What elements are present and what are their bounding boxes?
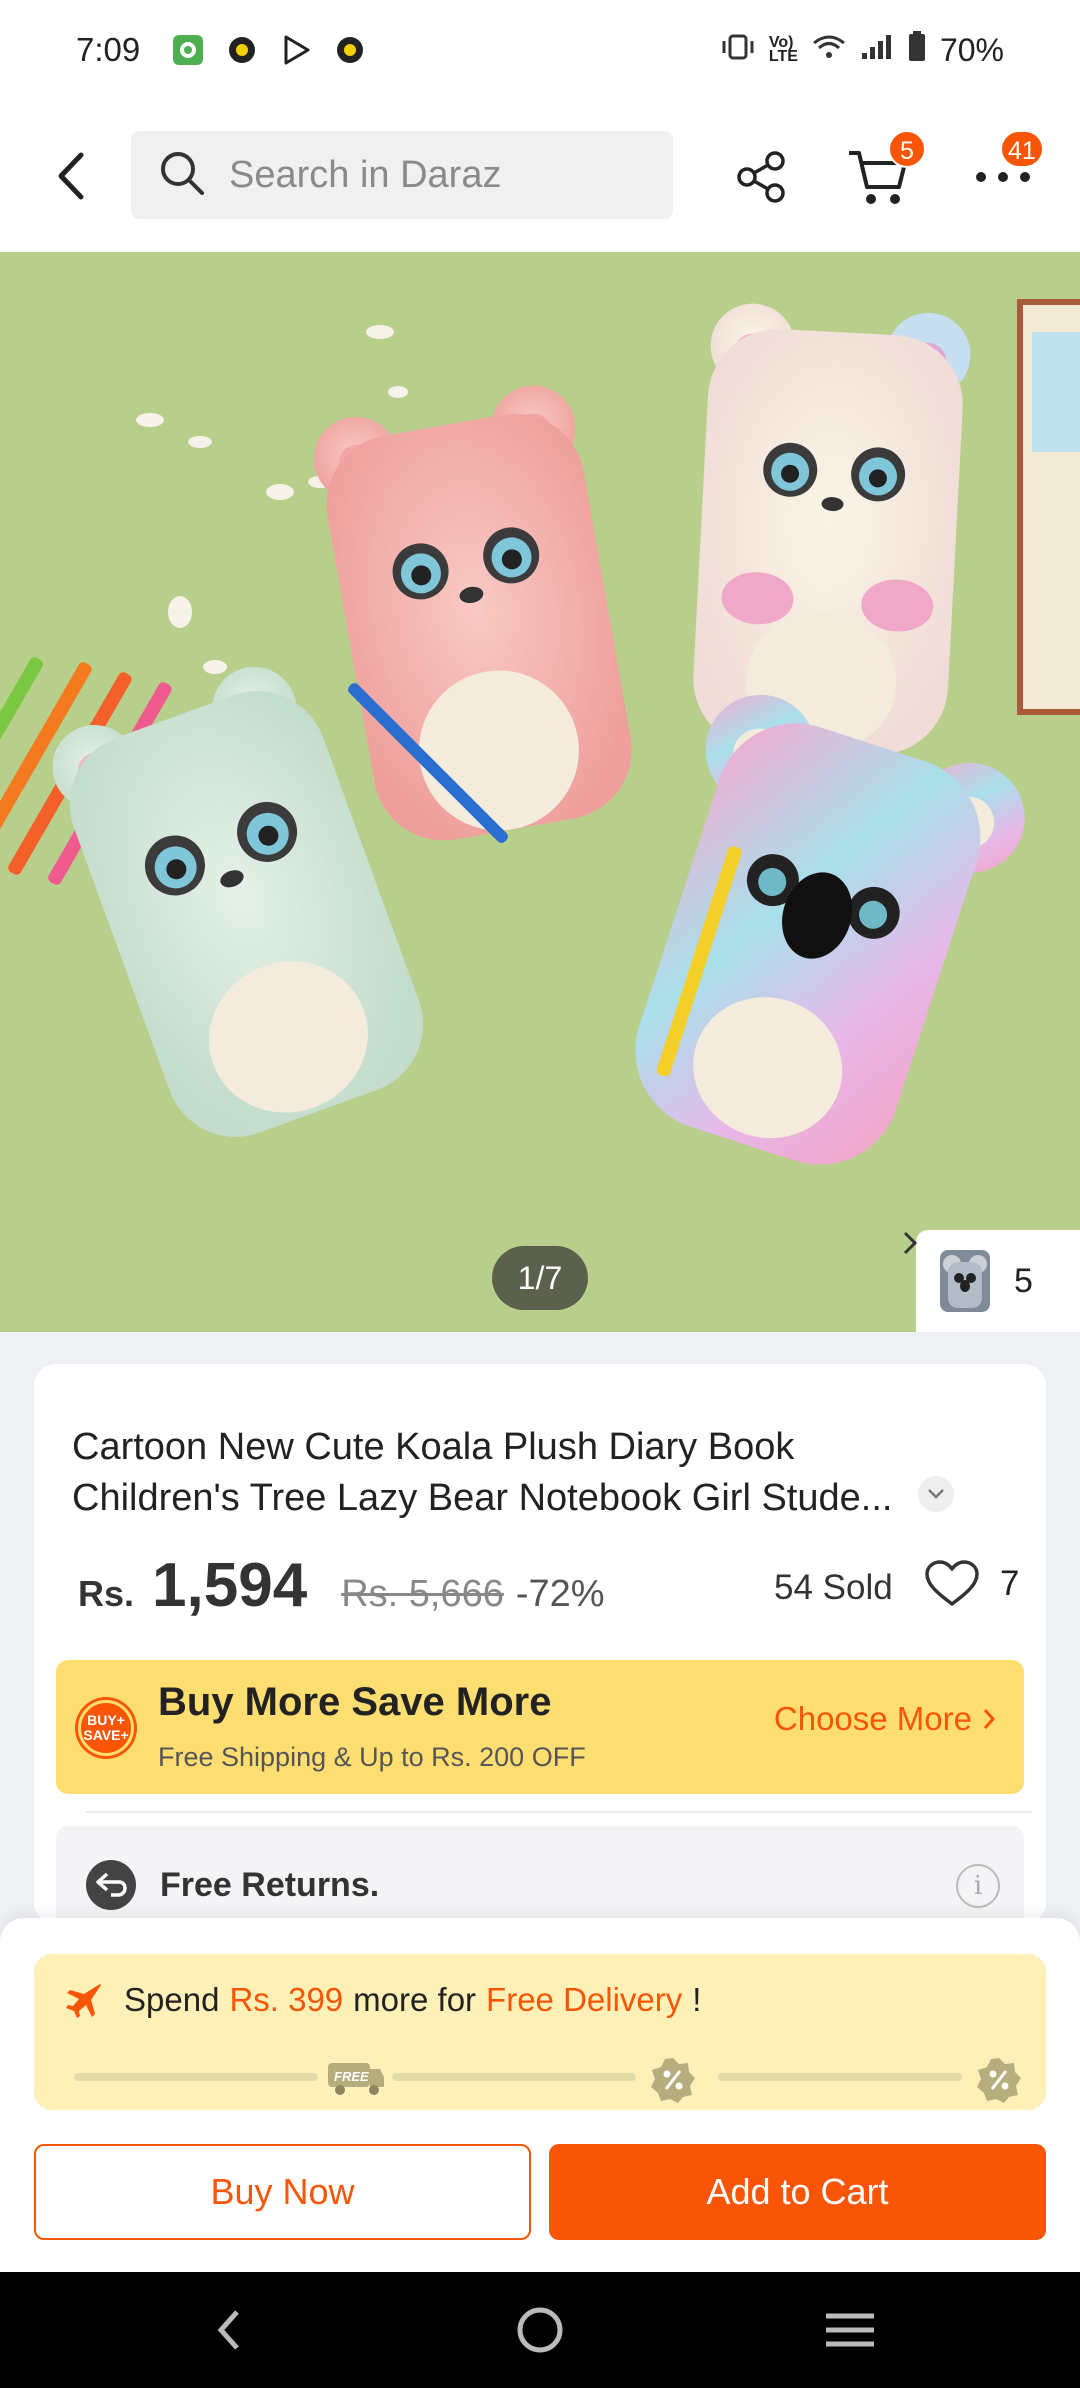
heart-icon: [925, 1560, 979, 1606]
variant-selector[interactable]: 5: [903, 1230, 1080, 1332]
image-counter: 1/7: [492, 1246, 588, 1310]
volte-icon: Vo) LTE: [768, 34, 798, 65]
snapchat-icon: [334, 34, 366, 66]
delivery-suffix: !: [692, 1981, 702, 2018]
progress-segment: [392, 2073, 636, 2081]
free-returns-row[interactable]: Free Returns. i: [56, 1826, 1024, 1926]
chevron-right-icon: [903, 1231, 918, 1255]
signal-icon: [860, 32, 894, 69]
search-input[interactable]: [229, 153, 649, 197]
divider: [86, 1811, 1032, 1813]
search-bar[interactable]: [131, 131, 673, 219]
discount-milestone-icon: [650, 2057, 696, 2108]
airplane-icon: [64, 1980, 104, 2020]
cart-count-badge: 5: [888, 130, 926, 168]
battery-percent: 70%: [939, 31, 1004, 68]
product-title: Cartoon New Cute Koala Plush Diary Book …: [72, 1426, 893, 1519]
sold-count: 54 Sold: [774, 1568, 893, 1607]
price-currency: Rs.: [78, 1573, 135, 1614]
buy-more-save-more-banner[interactable]: BUY+ SAVE+ Buy More Save More Free Shipp…: [56, 1660, 1024, 1794]
cart-button[interactable]: 5: [846, 130, 926, 210]
nav-back-icon: [217, 2310, 239, 2350]
info-icon[interactable]: i: [956, 1864, 1000, 1908]
promo-subtitle: Free Shipping & Up to Rs. 200 OFF: [158, 1742, 586, 1772]
choose-more-link[interactable]: Choose More: [774, 1700, 996, 1738]
delivery-progress-track: FREE: [62, 2054, 1022, 2103]
free-returns-label: Free Returns.: [160, 1866, 380, 1904]
delivery-prefix: Spend: [124, 1981, 220, 2018]
original-price: Rs. 5,666: [341, 1573, 504, 1615]
discount-milestone-icon: [976, 2057, 1022, 2108]
product-info-card: Cartoon New Cute Koala Plush Diary Book …: [34, 1364, 1046, 1926]
nav-recents-icon: [826, 2313, 874, 2347]
delivery-amount: Rs. 399: [229, 1981, 344, 2018]
nav-recents-button[interactable]: [820, 2300, 880, 2360]
product-photo: [0, 252, 1080, 1332]
choose-more-label: Choose More: [773, 1700, 972, 1737]
product-image-gallery[interactable]: 1/7 5: [0, 252, 1080, 1332]
delivery-highlight: Free Delivery: [486, 1981, 683, 2018]
back-button[interactable]: [44, 144, 96, 208]
messages-count-badge: 41: [1000, 130, 1044, 168]
status-system-icons: Vo) LTE 70%: [721, 31, 1004, 69]
vibrate-icon: [721, 32, 755, 69]
current-price: 1,594: [152, 1551, 308, 1620]
buy-now-button[interactable]: Buy Now: [34, 2144, 531, 2240]
bottom-action-panel: Spend Rs. 399 more for Free Delivery ! F…: [0, 1918, 1080, 2272]
progress-segment: [74, 2073, 318, 2081]
share-icon: [737, 151, 785, 203]
discount-percent: -72%: [515, 1573, 605, 1615]
buy-save-badge-icon: BUY+ SAVE+: [78, 1700, 134, 1756]
more-options-button[interactable]: 41: [970, 130, 1044, 210]
app-notification-icon: [172, 34, 204, 66]
return-arrow-icon: [86, 1860, 136, 1910]
more-dots-icon: [976, 172, 1030, 182]
share-button[interactable]: [728, 144, 794, 210]
free-delivery-progress-banner: Spend Rs. 399 more for Free Delivery ! F…: [34, 1954, 1046, 2110]
wishlist-count: 7: [1000, 1564, 1020, 1603]
promo-title: Buy More Save More: [158, 1680, 552, 1724]
status-notification-icons: [172, 34, 366, 66]
snapchat-icon: [226, 34, 258, 66]
variant-thumbnail: [940, 1250, 990, 1312]
wifi-icon: [812, 32, 846, 69]
play-store-icon: [280, 34, 312, 66]
system-navigation-bar: [0, 2272, 1080, 2388]
chevron-down-icon: [928, 1489, 944, 1499]
status-time: 7:09: [76, 31, 141, 68]
free-shipping-truck-icon: FREE: [324, 2057, 386, 2102]
search-icon: [159, 150, 205, 201]
nav-home-icon: [517, 2307, 563, 2353]
battery-icon: [908, 31, 926, 69]
delivery-middle: more for: [353, 1981, 477, 2018]
variant-count: 5: [1014, 1261, 1033, 1300]
free-delivery-message: Spend Rs. 399 more for Free Delivery !: [64, 1980, 701, 2020]
add-to-cart-button[interactable]: Add to Cart: [549, 2144, 1046, 2240]
progress-segment: [718, 2073, 962, 2081]
status-bar: 7:09 Vo) LTE 70%: [0, 0, 1080, 100]
chevron-right-icon: [983, 1709, 996, 1729]
svg-text:FREE: FREE: [334, 2069, 369, 2084]
expand-title-button[interactable]: [918, 1476, 954, 1512]
top-header: 5 41: [0, 100, 1080, 252]
nav-home-button[interactable]: [510, 2300, 570, 2360]
chevron-left-icon: [58, 152, 84, 200]
wishlist-button[interactable]: 7: [924, 1560, 1019, 1608]
nav-back-button[interactable]: [198, 2300, 258, 2360]
